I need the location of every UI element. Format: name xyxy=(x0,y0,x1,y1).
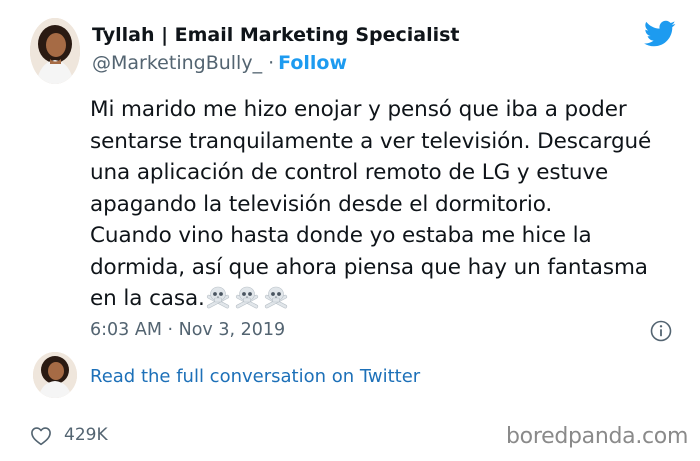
author-avatar[interactable] xyxy=(30,18,80,84)
author-handle[interactable]: @MarketingBully_ xyxy=(92,52,262,74)
skull-and-crossbones-icon xyxy=(235,286,258,309)
read-conversation-link[interactable]: Read the full conversation on Twitter xyxy=(90,366,420,387)
tweet-embed-card: Tyllah | Email Marketing Specialist @Mar… xyxy=(0,0,700,461)
heart-icon[interactable] xyxy=(30,426,52,446)
skull-and-crossbones-icon xyxy=(264,286,287,309)
like-count: 429K xyxy=(64,425,108,445)
tweet-text: Mi marido me hizo enojar y pensó que iba… xyxy=(90,97,652,311)
handle-separator: · xyxy=(268,52,275,74)
tweet-emoji-group xyxy=(205,286,292,311)
conversation-avatar-photo xyxy=(33,352,77,398)
watermark-logo: boredpanda.com xyxy=(506,424,689,449)
author-handle-row: @MarketingBully_ · Follow xyxy=(92,52,347,74)
skull-and-crossbones-icon xyxy=(206,286,229,309)
tweet-text-block: Mi marido me hizo enojar y pensó que iba… xyxy=(90,94,690,315)
conversation-avatar[interactable] xyxy=(33,352,77,398)
tweet-timestamp[interactable]: 6:03 AM · Nov 3, 2019 xyxy=(90,320,285,340)
author-display-name[interactable]: Tyllah | Email Marketing Specialist xyxy=(92,24,460,46)
follow-button[interactable]: Follow xyxy=(278,52,347,74)
author-avatar-photo xyxy=(30,18,80,84)
info-icon[interactable] xyxy=(649,319,673,343)
twitter-bird-icon[interactable] xyxy=(644,20,676,48)
